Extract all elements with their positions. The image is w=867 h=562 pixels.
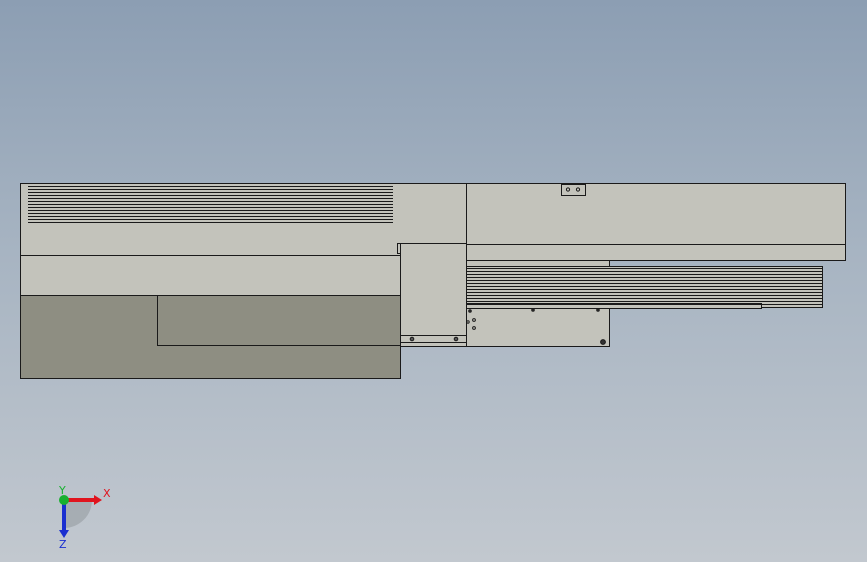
rail-hole-2 xyxy=(531,308,535,312)
coupling-hole-2 xyxy=(453,336,459,342)
z-arrow-head xyxy=(59,530,69,538)
actuator-model[interactable] xyxy=(20,183,846,379)
x-axis-label: X xyxy=(103,487,111,500)
coupling-block xyxy=(400,243,467,336)
top-bracket xyxy=(561,184,586,196)
rail-hole-1 xyxy=(468,309,472,313)
z-axis-label: Z xyxy=(59,538,67,550)
carriage-plate-lip xyxy=(400,342,467,347)
rail-body xyxy=(466,183,846,245)
triad-shadow xyxy=(64,500,92,528)
left-housing-mid xyxy=(20,255,401,296)
rail-step-1 xyxy=(466,260,610,267)
carriage-plate xyxy=(466,307,610,347)
left-housing-bottom xyxy=(20,295,401,379)
carriage-screw-3 xyxy=(600,339,606,345)
axis-triad: X Y Z xyxy=(58,484,111,550)
y-axis-label: Y xyxy=(58,484,66,497)
coupling-hole-1 xyxy=(409,336,415,342)
rail-lower-strip xyxy=(466,244,846,261)
cad-viewport[interactable] xyxy=(0,0,867,562)
rail-hole-3 xyxy=(596,308,600,312)
x-arrow-head xyxy=(94,495,102,505)
